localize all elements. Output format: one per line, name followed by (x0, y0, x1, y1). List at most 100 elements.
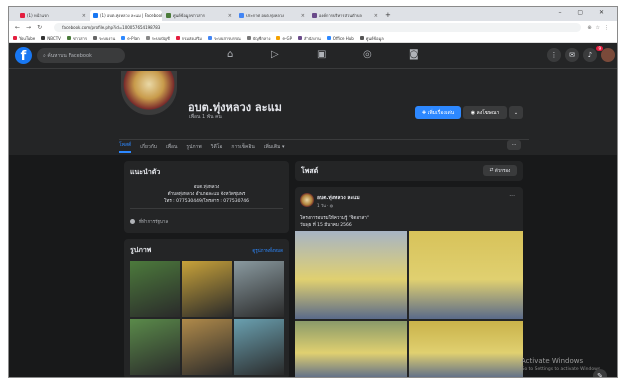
post-options-icon[interactable]: ··· (509, 193, 515, 200)
post-text-line-2: วันพุธ ที่ 15 มีนาคม 2566 (300, 223, 352, 228)
photo-thumbnail[interactable] (234, 261, 284, 317)
forward-icon[interactable]: → (26, 24, 31, 31)
browser-tab[interactable]: ประกาศ อบต.ทุ่งหลวง × (236, 10, 308, 21)
browser-tab-bar: (1) หน้าแรก × (1) อบต.ทุ่งหลวง ละแม | Face… (9, 7, 617, 21)
bookmark-item[interactable]: ระบบงาน (92, 35, 115, 42)
advertise-button[interactable]: ◉ ลงโฆษณา (463, 106, 507, 119)
post-card: อบต.ทุ่งหลวง ละแม 1 วัน · ◍ ··· โครงการอ… (295, 187, 523, 377)
bookmark-item[interactable]: บัญชีกลาง (246, 35, 270, 42)
close-tab-icon[interactable]: × (301, 13, 305, 19)
notifications-icon[interactable]: ♪ (583, 48, 597, 62)
tab-favicon-icon (166, 13, 171, 18)
photos-card: รูปภาพ ดูรูปภาพทั้งหมด (124, 239, 289, 377)
page-tab[interactable]: เกี่ยวกับ (140, 143, 157, 151)
messenger-icon[interactable]: ✉ (565, 48, 579, 62)
browser-tab[interactable]: (1) หน้าแรก × (17, 10, 89, 21)
page-tab[interactable]: การเช็คอิน (231, 143, 254, 151)
bookmark-item[interactable]: ข่าวสาร (66, 35, 87, 42)
bookmark-icon (359, 36, 364, 40)
facebook-search-input[interactable]: ⌕ ค้นหาบน Facebook (37, 48, 125, 63)
new-message-icon[interactable]: ✎ (593, 369, 607, 377)
post-photo[interactable] (295, 321, 407, 377)
page-tab[interactable]: วิดีโอ (211, 143, 223, 151)
close-tab-icon[interactable]: × (374, 13, 378, 19)
photo-thumbnail[interactable] (130, 319, 180, 375)
bookmark-item[interactable]: ระบบบัญชี (145, 35, 170, 42)
bookmark-item[interactable]: NBCTV (41, 36, 61, 41)
page-tab[interactable]: โพสต์ (119, 141, 132, 153)
post-author-name[interactable]: อบต.ทุ่งหลวง ละแม (317, 194, 360, 202)
add-featured-button[interactable]: ✚ เพิ่มเรื่องเด่น (415, 106, 461, 119)
post-photo[interactable] (295, 231, 407, 319)
bookmark-label: Office Hub (332, 35, 354, 41)
intro-heading: แนะนำตัว (130, 168, 161, 176)
posts-heading: โพสต์ (301, 167, 319, 175)
home-icon[interactable]: ⌂ (227, 49, 233, 60)
bookmarks-bar: YouTube NBCTV ข่าวสาร ระบบงาน e-Plan ระบบบัญช… (9, 34, 617, 43)
facebook-top-bar: f ⌕ ค้นหาบน Facebook ⌂ ▷ ▣ ◎ ◙ ⋮ ✉ ♪ 9 (9, 43, 617, 69)
address-bar[interactable]: facebook.com/profile.php?id=100057654198… (54, 23, 582, 32)
tab-favicon-icon (93, 13, 98, 18)
bookmark-label: ระบบสารบรรณ (213, 35, 241, 41)
new-tab-button[interactable]: + (385, 11, 391, 19)
window-controls[interactable]: – ▢ ✕ (558, 9, 611, 16)
account-avatar[interactable] (601, 48, 615, 62)
bookmark-item[interactable]: YouTube (13, 36, 35, 41)
tab-label: (1) หน้าแรก (27, 13, 49, 18)
tab-label: องค์การบริหารส่วนตำบล (319, 13, 362, 18)
bookmark-icon (298, 36, 303, 40)
page-tab[interactable]: รูปภาพ (186, 143, 201, 151)
activation-watermark-subtitle: Go to Settings to activate Windows. (521, 367, 602, 372)
close-tab-icon[interactable]: × (228, 13, 232, 19)
browser-tab[interactable]: (1) อบต.ทุ่งหลวง ละแม | Facebook× (90, 10, 162, 21)
close-tab-icon[interactable]: × (82, 13, 86, 19)
intro-category[interactable]: ที่ทำการรัฐบาล (130, 218, 168, 225)
back-icon[interactable]: ← (15, 24, 20, 31)
watch-icon[interactable]: ▷ (271, 49, 279, 60)
bookmark-label: YouTube (19, 35, 36, 41)
extension-icons[interactable]: ⊕☆⋮ (587, 25, 613, 31)
marketplace-icon[interactable]: ▣ (317, 49, 326, 60)
tabs-more-button[interactable]: ··· (507, 140, 521, 150)
post-author-avatar[interactable] (300, 193, 314, 207)
gaming-icon[interactable]: ◙ (409, 49, 419, 60)
bookmark-item[interactable]: ศูนย์ข้อมูล (359, 35, 384, 42)
bookmark-label: e-Plan (127, 35, 140, 41)
browser-tab[interactable]: องค์การบริหารส่วนตำบล × (309, 10, 381, 21)
bookmark-item[interactable]: ระบบสารบรรณ (207, 35, 241, 42)
browser-tab[interactable]: ศูนย์ข้อมูลข่าวสาร × (163, 10, 235, 21)
menu-icon[interactable]: ⋮ (547, 48, 561, 62)
post-text-line-1: โครงการอบรมให้ความรู้ "จิตอาสา" (300, 216, 369, 221)
post-photo[interactable] (409, 321, 523, 377)
photo-thumbnail[interactable] (182, 261, 232, 317)
activation-watermark-title: Activate Windows (521, 357, 584, 365)
page-tab[interactable]: เพิ่มเติม ▾ (264, 143, 285, 151)
globe-icon: ◍ (329, 203, 334, 208)
bookmark-item[interactable]: Office Hub (326, 35, 354, 41)
bookmark-label: สำนักงาน (304, 35, 321, 41)
bookmark-label: ศูนย์ข้อมูล (365, 35, 384, 41)
post-timestamp[interactable]: 1 วัน · ◍ (317, 202, 333, 209)
page-followers[interactable]: เพื่อน 1 พัน คน (189, 113, 222, 121)
page-tab[interactable]: เพื่อน (166, 143, 177, 151)
filters-button[interactable]: ⇄ ตัวกรอง (483, 165, 517, 176)
photo-thumbnail[interactable] (130, 261, 180, 317)
bookmark-icon (246, 36, 251, 40)
photo-thumbnail[interactable] (234, 319, 284, 375)
more-options-button[interactable]: ⌄ (509, 106, 523, 119)
bookmark-item[interactable]: e-GP (276, 36, 292, 41)
page-tabs: โพสต์ เกี่ยวกับ เพื่อน รูปภาพ วิดีโอ การเช็คอ… (119, 139, 529, 153)
facebook-logo-icon[interactable]: f (15, 47, 32, 64)
bookmark-item[interactable]: e-Plan (121, 35, 140, 41)
groups-icon[interactable]: ◎ (363, 49, 372, 60)
bookmark-item[interactable]: กรมส่งเสริม (175, 35, 202, 42)
bookmark-item[interactable]: สำนักงาน (298, 35, 321, 42)
bookmark-icon (41, 36, 46, 40)
bookmark-icon (175, 36, 180, 40)
reload-icon[interactable]: ↻ (37, 24, 42, 31)
post-photo[interactable] (409, 231, 523, 319)
see-all-photos-link[interactable]: ดูรูปภาพทั้งหมด (252, 247, 283, 254)
screen: (1) หน้าแรก × (1) อบต.ทุ่งหลวง ละแม | Face… (8, 6, 618, 378)
bookmark-icon (92, 36, 97, 40)
photo-thumbnail[interactable] (182, 319, 232, 375)
